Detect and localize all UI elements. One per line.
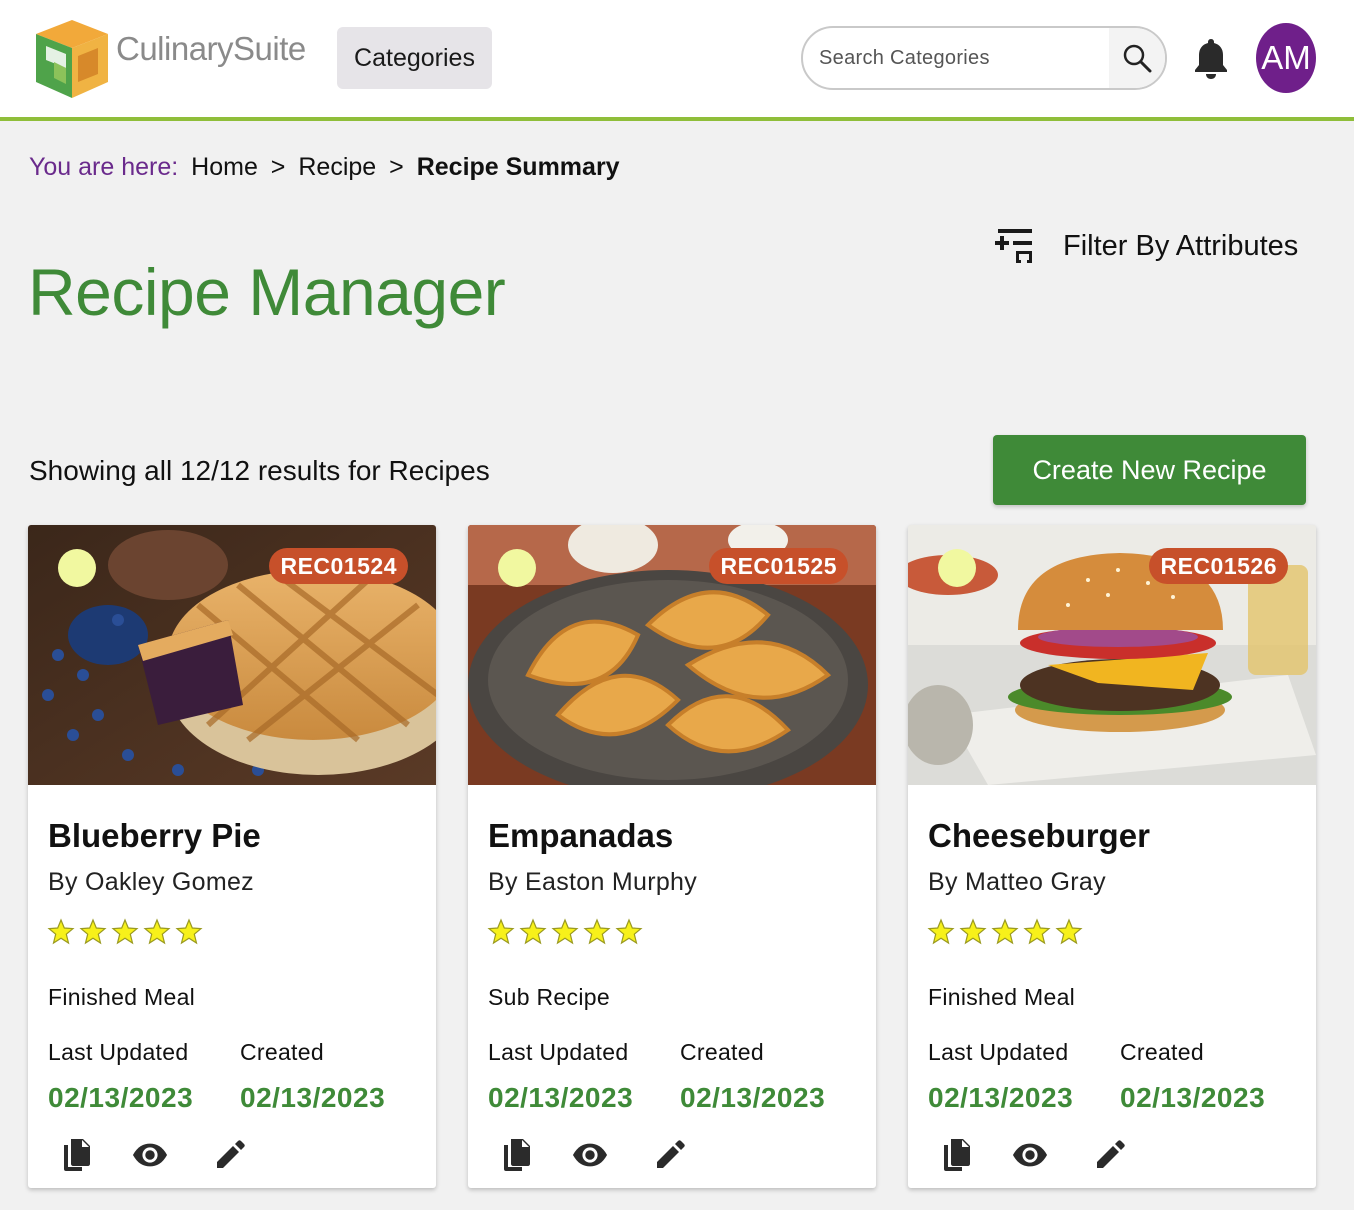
recipe-type: Sub Recipe <box>488 984 610 1010</box>
star-icon <box>175 918 203 945</box>
breadcrumb-recipe[interactable]: Recipe <box>298 153 376 181</box>
star-icon <box>143 918 171 945</box>
created-date: 02/13/2023 <box>240 1082 386 1113</box>
recipe-type: Finished Meal <box>48 984 196 1010</box>
breadcrumb-separator: > <box>389 153 404 181</box>
top-header: CulinarySuite Categories AM <box>0 0 1354 121</box>
eye-icon[interactable] <box>572 1137 608 1173</box>
filter-by-attributes-button[interactable]: Filter By Attributes <box>994 226 1298 266</box>
recipe-card[interactable]: REC01524 Blueberry Pie By Oakley Gomez F… <box>28 525 436 1188</box>
star-icon <box>1055 918 1083 945</box>
created-label: Created <box>680 1039 764 1065</box>
rating-stars <box>927 918 1083 946</box>
created-date: 02/13/2023 <box>680 1082 826 1113</box>
eye-icon[interactable] <box>1012 1137 1048 1173</box>
star-icon <box>551 918 579 945</box>
last-updated-label: Last Updated <box>928 1039 1069 1065</box>
breadcrumb-separator: > <box>270 153 286 181</box>
bell-icon[interactable] <box>1192 36 1230 80</box>
categories-button[interactable]: Categories <box>337 27 492 89</box>
recipe-type: Finished Meal <box>928 984 1076 1010</box>
recipe-id-badge: REC01525 <box>709 548 848 584</box>
search-icon <box>1123 44 1152 73</box>
star-icon <box>991 918 1019 945</box>
last-updated-date: 02/13/2023 <box>928 1082 1074 1113</box>
star-icon <box>79 918 107 945</box>
breadcrumb-current: Recipe Summary <box>416 153 620 181</box>
rating-stars <box>487 918 643 946</box>
status-indicator <box>938 549 976 587</box>
filter-add-icon <box>995 229 1032 263</box>
breadcrumb: You are here: Home > Recipe > Recipe Sum… <box>29 153 620 182</box>
recipe-title[interactable]: Blueberry Pie <box>48 817 261 855</box>
user-avatar[interactable]: AM <box>1256 23 1316 93</box>
result-count: Showing all 12/12 results for Recipes <box>29 455 490 486</box>
last-updated-date: 02/13/2023 <box>488 1082 634 1113</box>
copy-icon[interactable] <box>498 1137 534 1173</box>
search-button[interactable] <box>1109 28 1165 88</box>
pencil-icon[interactable] <box>652 1137 688 1173</box>
eye-icon[interactable] <box>132 1137 168 1173</box>
star-icon <box>519 918 547 945</box>
culinarysuite-logo-icon[interactable] <box>32 18 112 100</box>
card-actions <box>58 1137 278 1177</box>
card-actions <box>938 1137 1158 1177</box>
star-icon <box>583 918 611 945</box>
card-actions <box>498 1137 718 1177</box>
last-updated-date: 02/13/2023 <box>48 1082 194 1113</box>
recipe-id-badge: REC01524 <box>269 548 408 584</box>
page-title: Recipe Manager <box>28 255 506 329</box>
star-icon <box>487 918 515 945</box>
rating-stars <box>47 918 203 946</box>
status-indicator <box>58 549 96 587</box>
status-indicator <box>498 549 536 587</box>
search-input[interactable] <box>819 28 1109 88</box>
recipe-card[interactable]: REC01525 Empanadas By Easton Murphy Sub … <box>468 525 876 1188</box>
recipe-title[interactable]: Empanadas <box>488 817 673 855</box>
search-bar <box>801 26 1167 90</box>
recipe-author: By Oakley Gomez <box>48 868 254 896</box>
pencil-icon[interactable] <box>212 1137 248 1173</box>
recipe-id-badge: REC01526 <box>1149 548 1288 584</box>
last-updated-label: Last Updated <box>48 1039 189 1065</box>
recipe-image-cheeseburger[interactable]: REC01526 <box>908 525 1316 785</box>
created-label: Created <box>1120 1039 1204 1065</box>
last-updated-label: Last Updated <box>488 1039 629 1065</box>
copy-icon[interactable] <box>938 1137 974 1173</box>
create-new-recipe-button[interactable]: Create New Recipe <box>993 435 1306 505</box>
star-icon <box>1023 918 1051 945</box>
star-icon <box>615 918 643 945</box>
star-icon <box>959 918 987 945</box>
star-icon <box>111 918 139 945</box>
recipe-author: By Matteo Gray <box>928 868 1106 896</box>
recipe-title[interactable]: Cheeseburger <box>928 817 1150 855</box>
created-date: 02/13/2023 <box>1120 1082 1266 1113</box>
copy-icon[interactable] <box>58 1137 94 1173</box>
breadcrumb-prefix: You are here: <box>29 153 179 181</box>
created-label: Created <box>240 1039 324 1065</box>
filter-label: Filter By Attributes <box>1063 229 1299 262</box>
recipe-image-empanadas[interactable]: REC01525 <box>468 525 876 785</box>
breadcrumb-home[interactable]: Home <box>191 153 258 181</box>
star-icon <box>47 918 75 945</box>
brand-name[interactable]: CulinarySuite <box>116 30 306 68</box>
pencil-icon[interactable] <box>1092 1137 1128 1173</box>
recipe-author: By Easton Murphy <box>488 868 698 896</box>
recipe-card[interactable]: REC01526 Cheeseburger By Matteo Gray Fin… <box>908 525 1316 1188</box>
recipe-image-blueberry-pie[interactable]: REC01524 <box>28 525 436 785</box>
star-icon <box>927 918 955 945</box>
